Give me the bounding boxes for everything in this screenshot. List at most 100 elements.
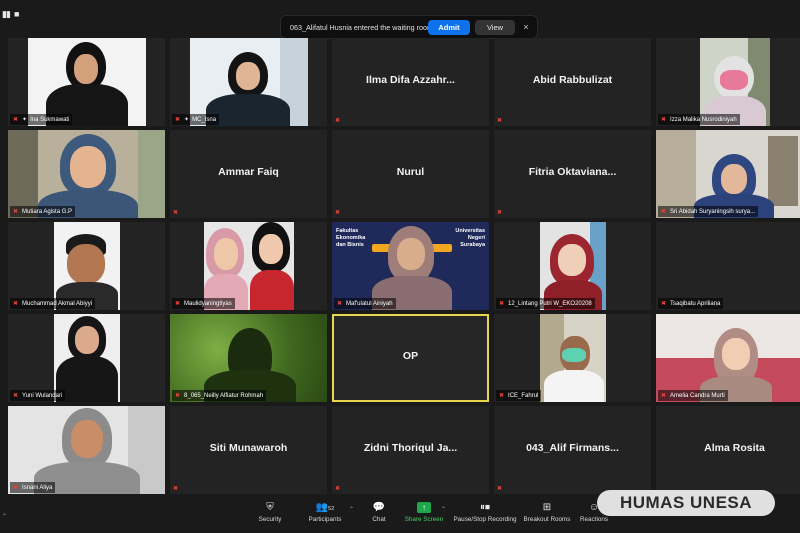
participant-name: Ammar Faiq (218, 166, 279, 178)
participant-label: ✖ Isnani Aliya (10, 482, 56, 493)
participant-tile[interactable]: ✖ Sri Abidah Suryaningsih surya... (656, 130, 800, 218)
participant-label: ✖ ✦ Ina Sukmawati (10, 114, 73, 125)
participant-label: ✖ Izza Malika Nusrodiniyah (658, 114, 740, 125)
participant-tile[interactable]: ✖ ✦ MC_Isna (170, 38, 327, 126)
background-text-left: Fakultas Ekonomika dan Bisnis (336, 228, 366, 248)
video-feed (656, 130, 800, 218)
participants-icon: 👥52 (315, 502, 335, 513)
participant-tile[interactable]: ✖ 8_065_Neilly Alfiatur Rohmah (170, 314, 327, 402)
mic-muted-icon: ✖ (499, 393, 505, 399)
participant-label: ✖ Muchammad Akmal Abiyyi (10, 298, 96, 309)
mic-muted-icon: ✖ (13, 209, 19, 215)
participant-tile[interactable]: Abid Rabbulizat ✖ (494, 38, 651, 126)
participant-tile[interactable]: ✖ Isnani Aliya (8, 406, 165, 494)
pin-icon: ✦ (184, 117, 190, 123)
video-feed (540, 222, 606, 310)
mic-muted-icon: ✖ (499, 301, 505, 307)
chat-icon: 💬 (372, 502, 386, 513)
close-icon[interactable]: × (521, 22, 531, 32)
mic-muted-icon: ✖ (661, 117, 667, 123)
participant-tile[interactable]: ✖ Amelia Candra Murti (656, 314, 800, 402)
video-feed (170, 314, 327, 402)
video-feed (28, 38, 146, 126)
participant-tile[interactable]: Nurul ✖ (332, 130, 489, 218)
participants-caret-icon[interactable]: ⌃ (349, 506, 354, 513)
mic-muted-icon: ✖ (173, 486, 179, 492)
waiting-room-notification: 063_Alifatul Husnia entered the waiting … (280, 15, 538, 39)
participant-tile[interactable]: ✖ ✦ Ina Sukmawati (8, 38, 165, 126)
mic-muted-icon: ✖ (497, 210, 503, 216)
pause-icon[interactable]: ▮▮ (2, 10, 11, 19)
security-button[interactable]: ⛨ Security (256, 500, 284, 523)
participant-tile[interactable]: ✖ Tsaqibatu Apriliana (656, 222, 800, 310)
mic-muted-icon: ✖ (173, 210, 179, 216)
participant-label: ✖ Amelia Candra Murti (658, 390, 728, 401)
video-feed (656, 314, 800, 402)
mic-muted-icon: ✖ (497, 118, 503, 124)
participants-button[interactable]: 👥52 Participants (306, 500, 344, 523)
share-caret-icon[interactable]: ⌃ (441, 506, 446, 513)
participant-tile[interactable]: ✖ Izza Malika Nusrodiniyah (656, 38, 800, 126)
participant-name: Abid Rabbulizat (532, 74, 613, 86)
participant-tile[interactable]: ✖ Mutiara Agista G.P (8, 130, 165, 218)
mic-muted-icon: ✖ (661, 301, 667, 307)
breakout-rooms-button[interactable]: ⊞ Breakout Rooms (523, 500, 571, 523)
share-screen-button[interactable]: ↑ Share Screen (404, 500, 444, 523)
view-button[interactable]: View (475, 19, 515, 35)
participant-tile[interactable]: ✖ Maulidyaningtiyas (170, 222, 327, 310)
participant-tile[interactable]: Ilma Difa Azzahr... ✖ (332, 38, 489, 126)
mic-muted-icon: ✖ (661, 209, 667, 215)
toolbar-caret-icon[interactable]: ⌃ (2, 513, 7, 520)
mic-muted-icon: ✖ (335, 118, 341, 124)
chat-button[interactable]: 💬 Chat (368, 500, 390, 523)
mic-muted-icon: ✖ (13, 301, 19, 307)
pause-stop-recording-icon: ⏸⏹ (480, 502, 490, 513)
mic-muted-icon: ✖ (661, 393, 667, 399)
participant-name: Zidni Thoriqul Ja... (363, 442, 458, 454)
mic-muted-icon: ✖ (13, 393, 19, 399)
participant-tile[interactable]: ✖ ICE_Fahrul (494, 314, 651, 402)
breakout-rooms-icon: ⊞ (542, 502, 552, 513)
participant-tile[interactable]: Siti Munawaroh ✖ (170, 406, 327, 494)
participant-tile[interactable]: Zidni Thoriqul Ja... ✖ (332, 406, 489, 494)
participant-label: ✖ ICE_Fahrul (496, 390, 542, 401)
notification-text: 063_Alifatul Husnia entered the waiting … (290, 22, 428, 32)
pause-stop-recording-button[interactable]: ⏸⏹ Pause/Stop Recording (453, 500, 517, 523)
participant-label: ✖ Sri Abidah Suryaningsih surya... (658, 206, 759, 217)
participant-tile[interactable]: ✖ 12_Lintang Putri W_EKO20208 (494, 222, 651, 310)
video-feed (540, 314, 606, 402)
participant-name: Alma Rosita (704, 442, 765, 454)
participant-tile[interactable]: 043_Alif Firmans... ✖ (494, 406, 651, 494)
video-feed (54, 222, 120, 310)
admit-button[interactable]: Admit (428, 19, 470, 35)
mic-muted-icon: ✖ (335, 486, 341, 492)
stop-icon[interactable]: ■ (14, 10, 19, 19)
background-text-right: Universitas Negeri Surabaya (455, 228, 485, 248)
participant-label: ✖ Maulidyaningtiyas (172, 298, 235, 309)
mic-muted-icon: ✖ (13, 485, 19, 491)
share-screen-icon: ↑ (404, 500, 444, 516)
participant-name: Ilma Difa Azzahr... (366, 74, 455, 86)
shield-icon: ⛨ (266, 502, 274, 513)
participant-name: Siti Munawaroh (209, 442, 288, 454)
participant-tile[interactable]: Alma Rosita (656, 406, 800, 494)
participant-tile[interactable]: ✖ Yuni Wulandari (8, 314, 165, 402)
participant-name: OP (402, 350, 419, 362)
mic-muted-icon: ✖ (175, 117, 181, 123)
mic-muted-icon: ✖ (175, 393, 181, 399)
video-feed (190, 38, 308, 126)
participant-tile[interactable]: Ammar Faiq ✖ (170, 130, 327, 218)
mic-muted-icon: ✖ (497, 486, 503, 492)
video-feed (8, 130, 165, 218)
participant-label: ✖ Maf'ulatul Ainiyah (334, 298, 396, 309)
pin-icon: ✦ (22, 117, 28, 123)
participant-label: ✖ Yuni Wulandari (10, 390, 66, 401)
participant-name: 043_Alif Firmans... (526, 442, 619, 454)
participant-tile[interactable]: Fitria Oktaviana... ✖ (494, 130, 651, 218)
active-speaker-tile[interactable]: OP (332, 314, 489, 402)
participant-label: ✖ 12_Lintang Putri W_EKO20208 (496, 298, 595, 309)
participant-tile[interactable]: Fakultas Ekonomika dan Bisnis Universita… (332, 222, 489, 310)
video-feed (700, 38, 770, 126)
participant-name: Fitria Oktaviana... (528, 166, 617, 178)
participant-tile[interactable]: ✖ Muchammad Akmal Abiyyi (8, 222, 165, 310)
